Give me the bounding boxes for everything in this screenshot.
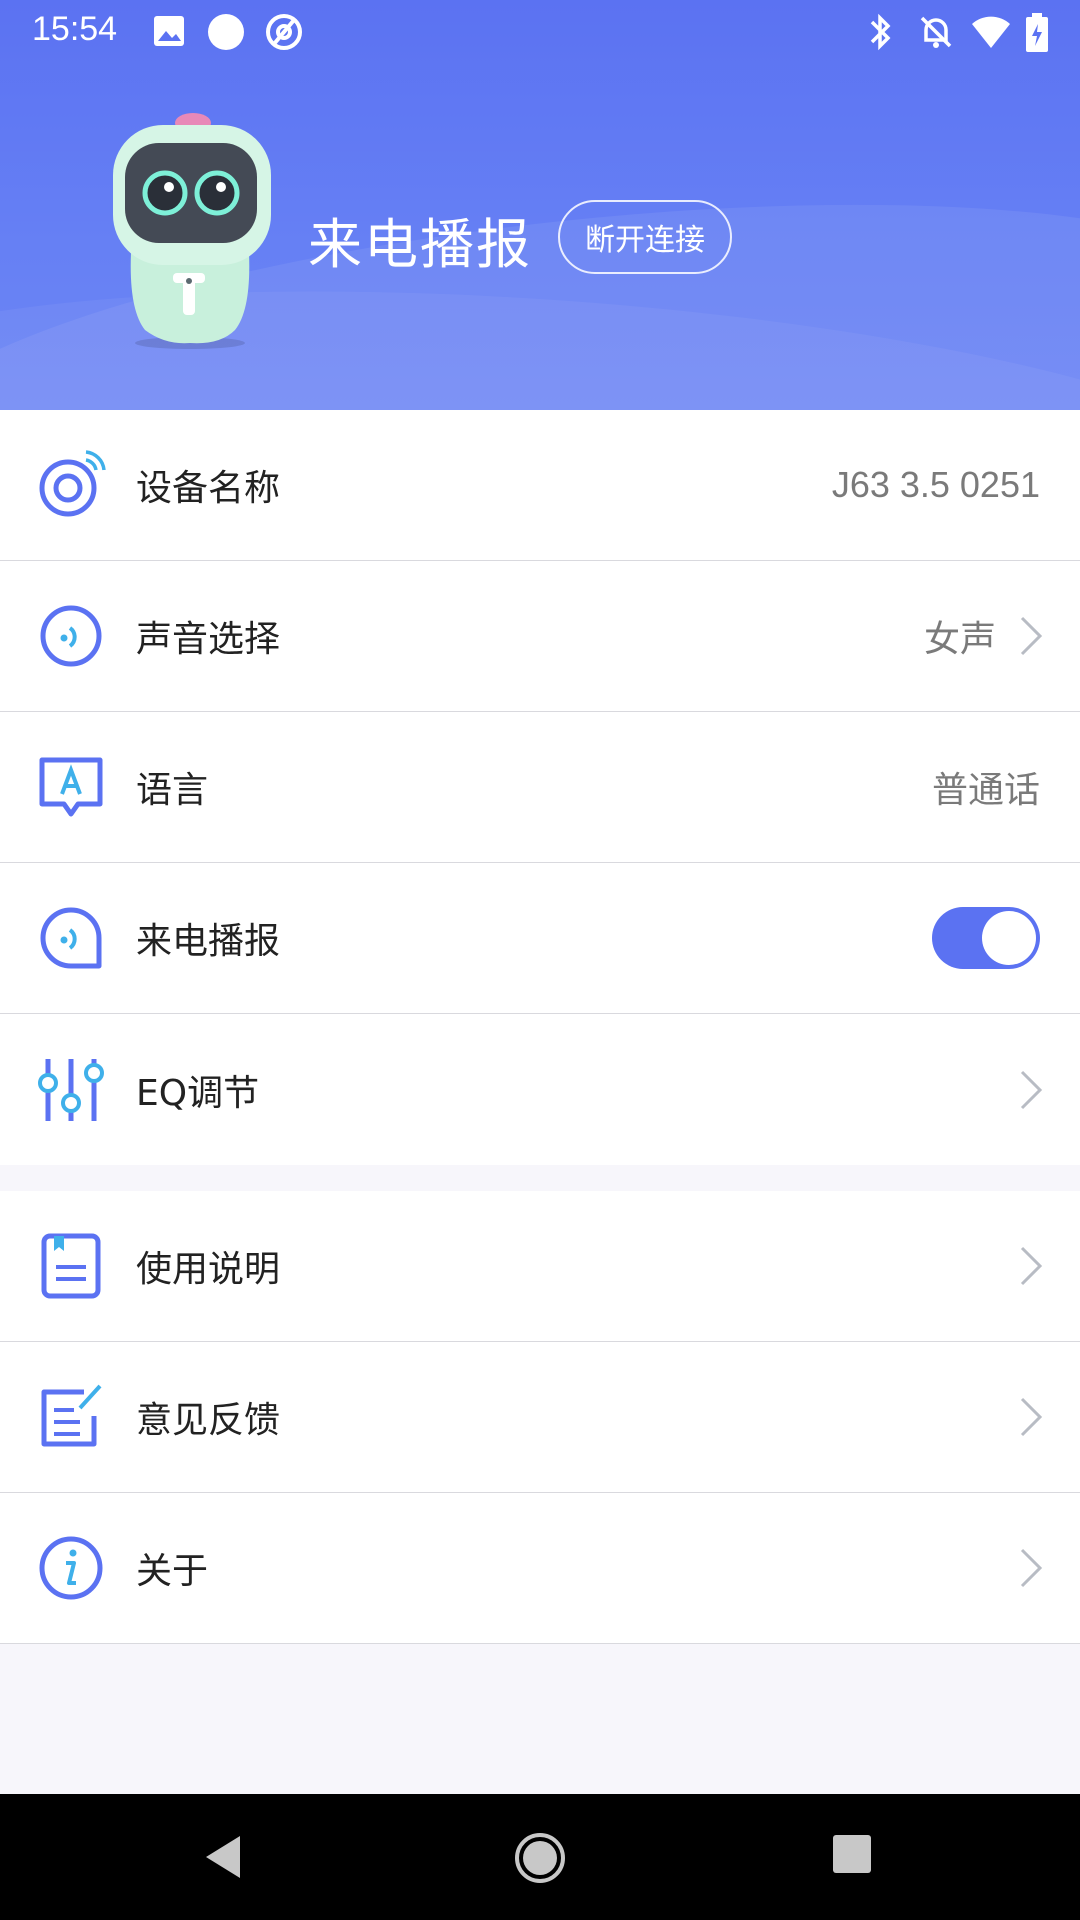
device-signal-icon (39, 450, 106, 517)
section-gap (0, 1165, 1080, 1191)
equalizer-icon (38, 1058, 104, 1121)
info-icon (39, 1536, 103, 1600)
wifi-icon (972, 16, 1010, 48)
robot-avatar (113, 113, 271, 349)
row-label: 使用说明 (136, 1249, 281, 1290)
status-time: 15:54 (32, 10, 118, 48)
more-section: 使用说明 意见反馈 关于 (0, 1191, 1080, 1644)
chevron-right-icon (1020, 1397, 1043, 1437)
call-broadcast-icon (40, 907, 102, 969)
chevron-right-icon (1020, 1246, 1043, 1286)
voice-value: 女声 (923, 618, 996, 659)
voice-select-row[interactable]: 声音选择 女声 (0, 561, 1080, 712)
status-bar: 15:54 (0, 0, 1080, 64)
row-label: 声音选择 (136, 619, 281, 660)
language-row[interactable]: 语言 普通话 (0, 712, 1080, 863)
feedback-row[interactable]: 意见反馈 (0, 1342, 1080, 1493)
header: 15:54 来电播报 断开连接 (0, 0, 1080, 410)
toggle-knob (982, 911, 1036, 965)
chevron-right-icon (1020, 1548, 1043, 1588)
row-label: 语言 (136, 770, 209, 811)
call-broadcast-row: 来电播报 (0, 863, 1080, 1014)
system-navigation-bar (0, 1794, 1080, 1920)
device-name-value: J63 3.5 0251 (831, 464, 1040, 505)
chevron-right-icon (1020, 616, 1043, 656)
home-icon[interactable] (514, 1832, 566, 1884)
circle-dot-icon (208, 14, 244, 50)
eq-row[interactable]: EQ调节 (0, 1014, 1080, 1165)
manual-icon (41, 1233, 101, 1299)
bell-off-icon (920, 16, 952, 48)
feedback-icon (41, 1384, 102, 1447)
about-row[interactable]: 关于 (0, 1493, 1080, 1644)
at-sign-icon (266, 14, 302, 50)
disconnect-button[interactable]: 断开连接 (558, 200, 732, 274)
bluetooth-icon (870, 13, 891, 51)
battery-charging-icon (1026, 13, 1048, 52)
row-label: EQ调节 (136, 1072, 260, 1114)
device-title: 来电播报 (308, 213, 532, 276)
row-label: 设备名称 (136, 468, 281, 509)
device-name-row: 设备名称 J63 3.5 0251 (0, 410, 1080, 561)
device-settings-section: 设备名称 J63 3.5 0251 声音选择 女声 语言 普通话 来电播报 EQ… (0, 410, 1080, 1165)
settings-list: 设备名称 J63 3.5 0251 声音选择 女声 语言 普通话 来电播报 EQ… (0, 410, 1080, 1644)
back-icon[interactable] (200, 1832, 250, 1882)
language-value: 普通话 (931, 769, 1040, 810)
recents-icon[interactable] (830, 1832, 874, 1876)
image-icon (154, 16, 184, 46)
row-label: 关于 (136, 1551, 209, 1592)
call-broadcast-toggle[interactable] (932, 907, 1040, 969)
row-label: 意见反馈 (136, 1400, 281, 1441)
chevron-right-icon (1020, 1070, 1043, 1109)
manual-row[interactable]: 使用说明 (0, 1191, 1080, 1342)
row-label: 来电播报 (136, 921, 281, 962)
language-icon (39, 757, 103, 817)
voice-icon (40, 605, 102, 667)
